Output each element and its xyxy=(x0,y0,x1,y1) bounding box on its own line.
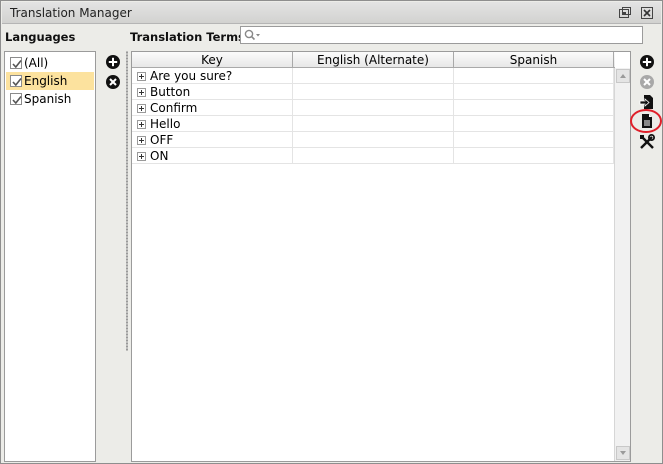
key-text: Hello xyxy=(150,117,181,131)
language-label: Spanish xyxy=(24,92,72,106)
column-header-spanish[interactable]: Spanish xyxy=(454,52,614,68)
language-checkbox-all[interactable] xyxy=(10,57,22,69)
spanish-cell[interactable] xyxy=(454,132,614,148)
spanish-cell[interactable] xyxy=(454,116,614,132)
expand-icon[interactable] xyxy=(137,136,146,145)
expand-icon[interactable] xyxy=(137,104,146,113)
table-row[interactable]: ON xyxy=(132,148,614,164)
key-cell[interactable]: Hello xyxy=(132,116,293,132)
spanish-cell[interactable] xyxy=(454,68,614,84)
table-row[interactable]: Button xyxy=(132,84,614,100)
language-label: (All) xyxy=(24,56,49,70)
expand-icon[interactable] xyxy=(137,120,146,129)
table-row[interactable]: Hello xyxy=(132,116,614,132)
remove-language-button[interactable] xyxy=(105,74,121,90)
translation-terms-heading: Translation Terms xyxy=(130,30,245,44)
close-window-icon[interactable] xyxy=(640,6,654,20)
key-cell[interactable]: ON xyxy=(132,148,293,164)
language-item-english[interactable]: English xyxy=(6,72,94,90)
languages-heading: Languages xyxy=(5,30,76,44)
column-header-english-alternate[interactable]: English (Alternate) xyxy=(293,52,454,68)
add-term-button[interactable] xyxy=(639,54,655,70)
key-text: Button xyxy=(150,85,191,99)
add-language-button[interactable] xyxy=(105,54,121,70)
language-checkbox-spanish[interactable] xyxy=(10,93,22,105)
tools-button[interactable] xyxy=(639,134,655,150)
language-item-spanish[interactable]: Spanish xyxy=(6,90,94,108)
terms-table: Key English (Alternate) Spanish Are you … xyxy=(131,51,631,462)
column-header-key[interactable]: Key xyxy=(132,52,293,68)
remove-term-button[interactable] xyxy=(639,74,655,90)
table-row[interactable]: OFF xyxy=(132,132,614,148)
expand-icon[interactable] xyxy=(137,88,146,97)
scroll-up-button[interactable] xyxy=(616,69,630,83)
title-bar: Translation Manager xyxy=(2,2,661,24)
key-text: Are you sure? xyxy=(150,69,233,83)
key-cell[interactable]: Confirm xyxy=(132,100,293,116)
languages-list: (All) English Spanish xyxy=(4,51,96,462)
english-alternate-cell[interactable] xyxy=(293,132,454,148)
language-checkbox-english[interactable] xyxy=(10,75,22,87)
key-text: Confirm xyxy=(150,101,198,115)
language-label: English xyxy=(24,74,68,88)
key-cell[interactable]: Are you sure? xyxy=(132,68,293,84)
splitter-handle[interactable] xyxy=(126,51,128,351)
expand-icon[interactable] xyxy=(137,72,146,81)
import-button[interactable] xyxy=(639,94,655,110)
highlight-annotation xyxy=(630,109,662,133)
key-cell[interactable]: Button xyxy=(132,84,293,100)
spanish-cell[interactable] xyxy=(454,100,614,116)
vertical-scrollbar[interactable] xyxy=(614,68,630,461)
spanish-cell[interactable] xyxy=(454,84,614,100)
key-text: OFF xyxy=(150,133,174,147)
spanish-cell[interactable] xyxy=(454,148,614,164)
key-cell[interactable]: OFF xyxy=(132,132,293,148)
english-alternate-cell[interactable] xyxy=(293,148,454,164)
english-alternate-cell[interactable] xyxy=(293,68,454,84)
search-icon[interactable] xyxy=(244,29,262,44)
search-field[interactable] xyxy=(240,26,643,44)
english-alternate-cell[interactable] xyxy=(293,116,454,132)
restore-window-icon[interactable] xyxy=(618,6,632,20)
table-row[interactable]: Confirm xyxy=(132,100,614,116)
english-alternate-cell[interactable] xyxy=(293,100,454,116)
table-header: Key English (Alternate) Spanish xyxy=(132,52,615,68)
english-alternate-cell[interactable] xyxy=(293,84,454,100)
expand-icon[interactable] xyxy=(137,152,146,161)
language-item-all[interactable]: (All) xyxy=(6,54,94,72)
scroll-down-button[interactable] xyxy=(616,446,630,460)
table-row[interactable]: Are you sure? xyxy=(132,68,614,84)
key-text: ON xyxy=(150,149,169,163)
translation-manager-window: Translation Manager Languages Translatio… xyxy=(0,0,663,464)
search-input[interactable] xyxy=(263,28,638,42)
window-title: Translation Manager xyxy=(10,6,132,20)
